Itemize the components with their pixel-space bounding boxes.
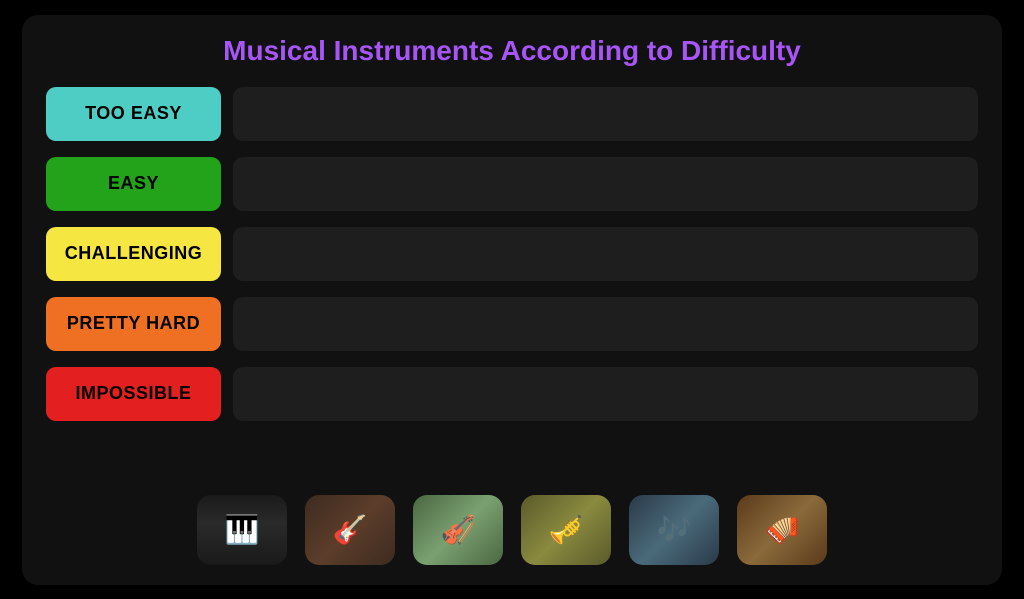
instrument-accordion[interactable]: 🪗 [737, 495, 827, 565]
label-easy[interactable]: EASY [46, 157, 221, 211]
row-easy: EASY [46, 153, 978, 215]
difficulty-rows: TOO EASY EASY CHALLENGING PRETTY HARD IM… [46, 83, 978, 485]
drop-zone-pretty-hard[interactable] [233, 297, 978, 351]
guitar-icon: 🎸 [305, 495, 395, 565]
instrument-thumbnails: 🎹 🎸 🎻 🎺 🎶 🪗 [46, 495, 978, 569]
instrument-piano[interactable]: 🎹 [197, 495, 287, 565]
row-pretty-hard: PRETTY HARD [46, 293, 978, 355]
label-impossible[interactable]: IMPOSSIBLE [46, 367, 221, 421]
main-container: Musical Instruments According to Difficu… [22, 15, 1002, 585]
row-impossible: IMPOSSIBLE [46, 363, 978, 425]
page-title: Musical Instruments According to Difficu… [46, 35, 978, 67]
label-challenging[interactable]: CHALLENGING [46, 227, 221, 281]
flute-icon: 🎶 [629, 495, 719, 565]
drop-zone-challenging[interactable] [233, 227, 978, 281]
piano-icon: 🎹 [197, 495, 287, 565]
label-too-easy[interactable]: TOO EASY [46, 87, 221, 141]
accordion-icon: 🪗 [737, 495, 827, 565]
row-challenging: CHALLENGING [46, 223, 978, 285]
instrument-flute[interactable]: 🎶 [629, 495, 719, 565]
row-too-easy: TOO EASY [46, 83, 978, 145]
instrument-trombone[interactable]: 🎺 [521, 495, 611, 565]
instrument-guitar[interactable]: 🎸 [305, 495, 395, 565]
drop-zone-easy[interactable] [233, 157, 978, 211]
instrument-cello[interactable]: 🎻 [413, 495, 503, 565]
drop-zone-too-easy[interactable] [233, 87, 978, 141]
trombone-icon: 🎺 [521, 495, 611, 565]
drop-zone-impossible[interactable] [233, 367, 978, 421]
label-pretty-hard[interactable]: PRETTY HARD [46, 297, 221, 351]
cello-icon: 🎻 [413, 495, 503, 565]
